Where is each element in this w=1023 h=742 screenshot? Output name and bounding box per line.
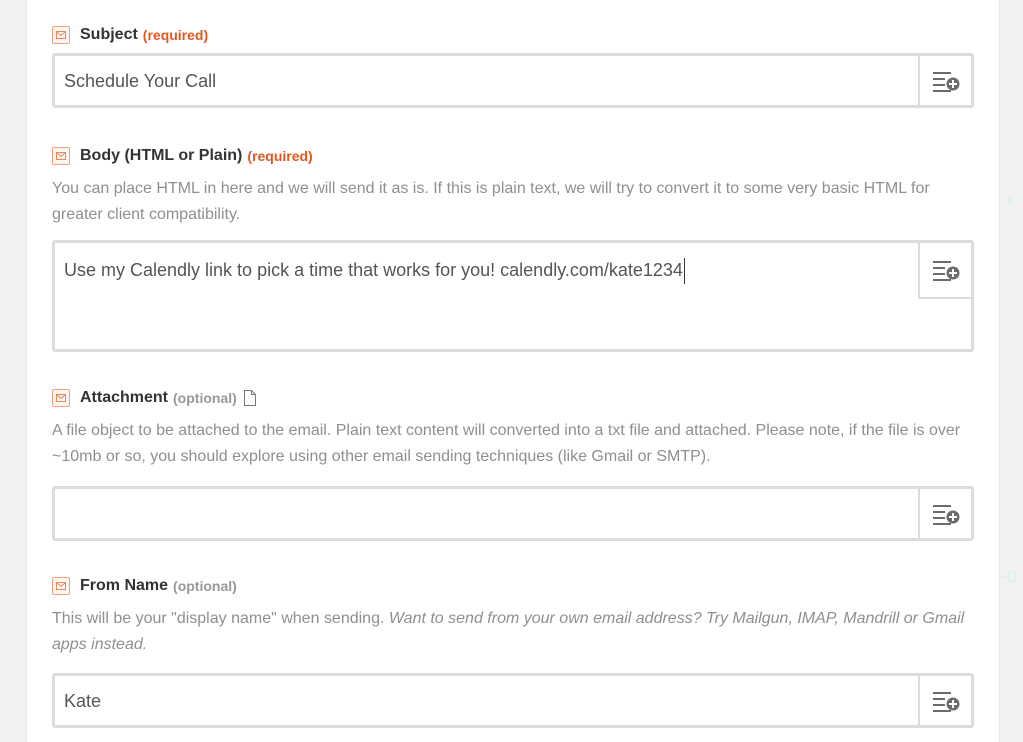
body-label-row: Body (HTML or Plain) (required) xyxy=(52,145,974,167)
attachment-label-row: Attachment (optional) xyxy=(52,387,974,409)
attachment-input[interactable] xyxy=(52,486,974,541)
attachment-help-text: A file object to be attached to the emai… xyxy=(52,422,961,465)
mail-icon xyxy=(52,389,70,407)
decorative-plus-icon: + xyxy=(1004,190,1016,212)
insert-field-button[interactable] xyxy=(918,489,971,538)
insert-field-button[interactable] xyxy=(918,56,971,105)
from-name-label: From Name xyxy=(80,577,169,594)
mail-icon xyxy=(52,147,70,165)
subject-field: Subject (required) Schedule Your Call xyxy=(52,24,974,108)
from-name-help-plain: This will be your "display name" when se… xyxy=(52,610,389,627)
text-cursor xyxy=(683,258,685,284)
insert-field-icon xyxy=(932,691,959,712)
insert-field-button[interactable] xyxy=(918,243,971,299)
body-help-text: You can place HTML in here and we will s… xyxy=(52,180,930,223)
subject-label: Subject xyxy=(80,26,138,43)
mail-icon xyxy=(52,577,70,595)
required-tag: (required) xyxy=(247,148,313,164)
body-label: Body (HTML or Plain) xyxy=(80,147,243,164)
from-name-label-row: From Name (optional) xyxy=(52,575,974,597)
decorative-connector-icon: -o xyxy=(1000,565,1018,587)
from-name-input[interactable]: Kate xyxy=(52,673,974,728)
insert-field-button[interactable] xyxy=(918,676,971,725)
mail-icon xyxy=(52,26,70,44)
subject-input-value: Schedule Your Call xyxy=(64,71,217,91)
insert-field-icon xyxy=(932,261,959,281)
from-name-help-text: This will be your "display name" when se… xyxy=(52,606,972,658)
attachment-field: Attachment (optional) A file object to b… xyxy=(52,387,974,541)
body-textarea[interactable]: Use my Calendly link to pick a time that… xyxy=(52,240,974,352)
subject-label-row: Subject (required) xyxy=(52,24,974,46)
from-name-input-value: Kate xyxy=(64,691,102,711)
insert-field-icon xyxy=(932,71,959,92)
optional-tag: (optional) xyxy=(173,390,237,406)
insert-field-icon xyxy=(932,504,959,525)
subject-input[interactable]: Schedule Your Call xyxy=(52,53,974,108)
body-textarea-value: Use my Calendly link to pick a time that… xyxy=(64,258,685,284)
required-tag: (required) xyxy=(142,27,209,43)
from-name-field: From Name (optional) This will be your "… xyxy=(52,575,974,728)
body-field: Body (HTML or Plain) (required) You can … xyxy=(52,145,974,352)
attachment-label: Attachment xyxy=(80,389,169,406)
optional-tag: (optional) xyxy=(173,578,237,594)
file-icon xyxy=(243,390,257,406)
